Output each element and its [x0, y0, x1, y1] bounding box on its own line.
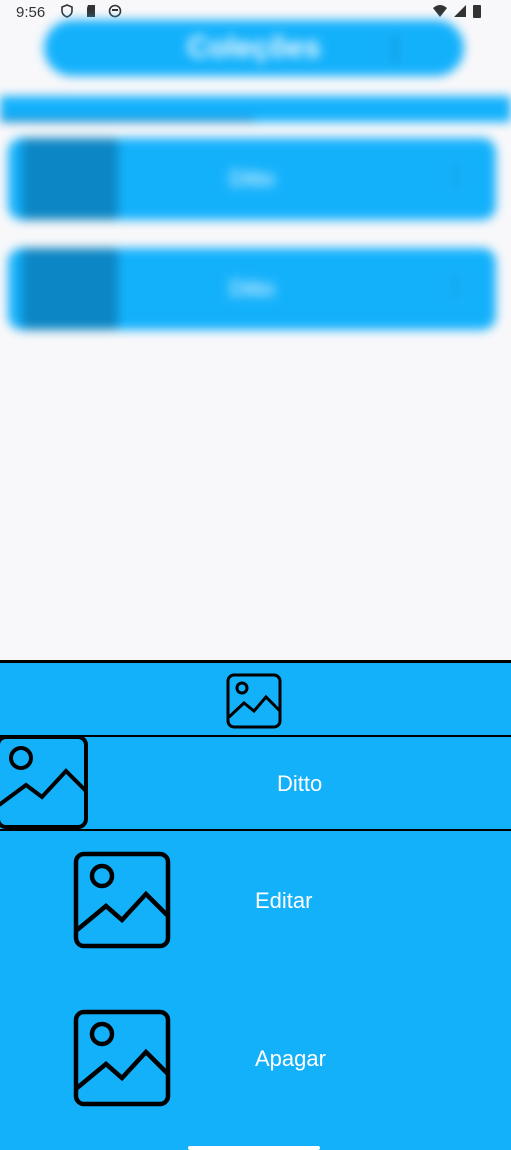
edit-button[interactable]: Editar [0, 850, 511, 960]
delete-button[interactable]: Apagar [0, 1008, 511, 1118]
tab-bar [0, 96, 511, 122]
tab-second [256, 96, 511, 122]
card-label: Ditto [229, 166, 275, 191]
collection-card: Ditto ⋮ [8, 138, 496, 220]
background-screen: Coleções ⋮ Ditto ⋮ Ditto ⋮ [0, 0, 511, 660]
page-title: Coleções [187, 31, 321, 64]
more-vert-icon: ⋮ [442, 160, 468, 190]
image-icon [226, 673, 282, 729]
delete-label: Apagar [255, 1046, 326, 1071]
title-bar: Coleções ⋮ [44, 20, 464, 76]
card-label: Ditto [229, 276, 275, 301]
image-icon [73, 851, 171, 949]
more-vert-icon: ⋮ [442, 270, 468, 300]
tab-indicator [0, 118, 255, 122]
bottom-sheet: Ditto Editar Apagar [0, 660, 511, 1150]
edit-label: Editar [255, 888, 313, 913]
image-icon [0, 735, 88, 829]
collection-card: Ditto ⋮ [8, 248, 496, 330]
selected-item-row: Ditto [0, 735, 511, 831]
home-indicator[interactable] [188, 1146, 320, 1150]
image-icon [73, 1009, 171, 1107]
more-vert-icon: ⋮ [382, 33, 408, 63]
selected-item-label: Ditto [277, 771, 323, 796]
